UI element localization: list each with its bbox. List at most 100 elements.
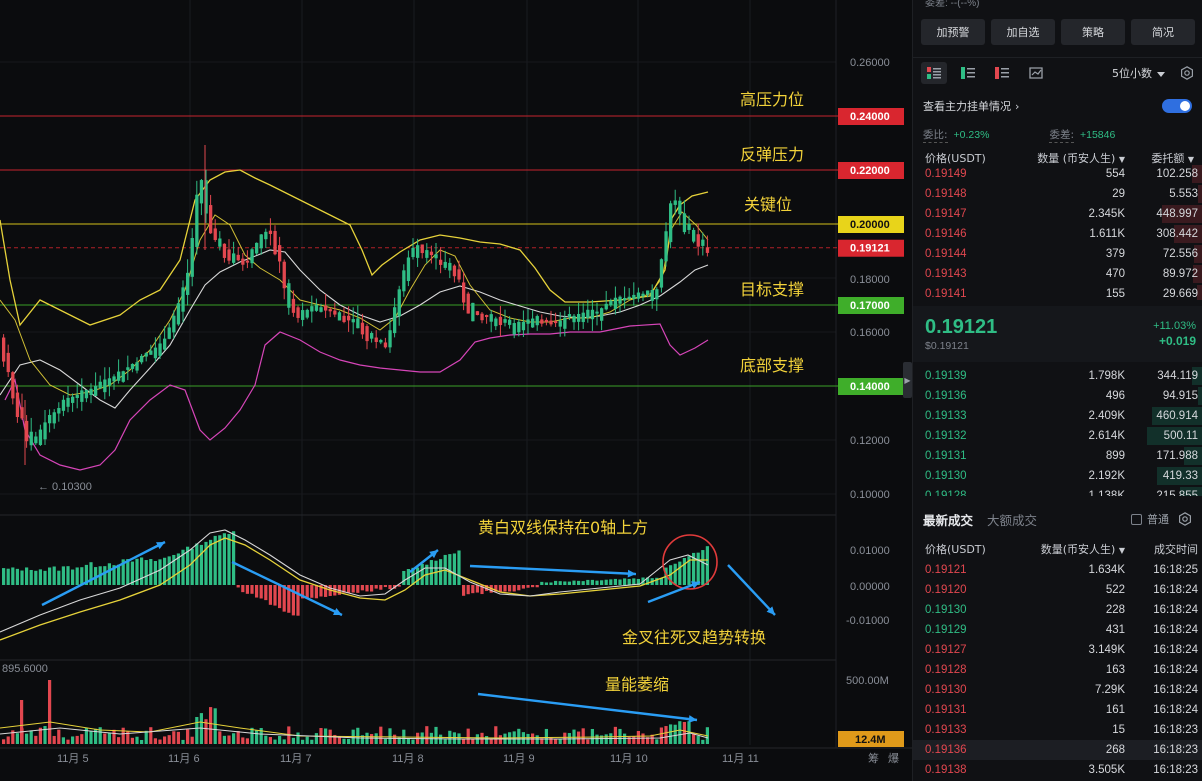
candle: [43, 422, 47, 440]
macd-bar: [577, 580, 581, 585]
tab-large-trades[interactable]: 大额成交: [987, 510, 1037, 529]
macd-bar: [34, 570, 38, 585]
trade-quantity: 7.29K: [1094, 684, 1125, 696]
candle: [383, 342, 388, 348]
candle: [347, 315, 351, 321]
ask-row[interactable]: 0.19146 1.611K 308.442: [913, 224, 1202, 244]
macd-bar: [264, 585, 268, 601]
volume-bar: [121, 727, 125, 744]
candle: [434, 254, 438, 259]
candle: [107, 378, 112, 386]
normal-checkbox[interactable]: [1131, 513, 1142, 525]
macd-bar: [209, 539, 213, 585]
volume-bar: [218, 731, 222, 744]
add-alert-button[interactable]: 加预警: [921, 19, 985, 45]
candle: [388, 330, 392, 348]
price: 0.19133: [925, 410, 967, 422]
liquidation-icon[interactable]: 爆: [888, 751, 899, 765]
trade-row: 0.19133 15 16:18:23: [913, 720, 1202, 740]
candle: [360, 322, 365, 335]
bid-row[interactable]: 0.19139 1.798K 344.119: [913, 366, 1202, 386]
volume-bar: [310, 739, 314, 744]
annotation-rebound-resistance: 反弹压力: [740, 145, 804, 164]
volume-bar: [291, 737, 295, 744]
main-force-toggle[interactable]: [1162, 99, 1192, 113]
ask-row[interactable]: 0.19143 470 89.972: [913, 264, 1202, 284]
add-watchlist-button[interactable]: 加自选: [991, 19, 1055, 45]
strategy-button[interactable]: 策略: [1061, 19, 1125, 45]
volume-bar: [167, 735, 171, 744]
annotation-volume-note: 量能萎缩: [605, 675, 669, 694]
candle: [512, 323, 516, 335]
volume-bar: [590, 728, 594, 744]
volume-bar: [383, 738, 387, 744]
bid-row[interactable]: 0.19133 2.409K 460.914: [913, 406, 1202, 426]
ask-row[interactable]: 0.19141 155 29.669: [913, 284, 1202, 300]
macd-bar: [567, 581, 571, 585]
price-tag-label: 0.20000: [850, 219, 890, 231]
bid-row[interactable]: 0.19132 2.614K 500.11: [913, 426, 1202, 446]
macd-bar: [604, 579, 608, 585]
candle: [420, 244, 424, 254]
ask-row[interactable]: 0.19144 379 72.556: [913, 244, 1202, 264]
volume-bar: [305, 736, 309, 744]
amount: 102.258: [1156, 168, 1198, 180]
volume-bar: [425, 726, 429, 744]
macd-bar: [563, 581, 567, 585]
bid-row[interactable]: 0.19136 496 94.915: [913, 386, 1202, 406]
bid-row[interactable]: 0.19131 899 171.988: [913, 446, 1202, 466]
candle: [287, 283, 291, 308]
candle: [462, 282, 466, 303]
normal-checkbox-wrap[interactable]: 普通: [1131, 511, 1192, 527]
macd-bar: [416, 567, 420, 585]
macd-bar: [618, 579, 622, 585]
candle: [650, 290, 654, 301]
macd-bar: [701, 550, 705, 585]
lower-band-line: [4, 323, 709, 471]
candle: [176, 303, 181, 325]
bid-row[interactable]: 0.19130 2.192K 419.33: [913, 466, 1202, 486]
bids-view-icon[interactable]: [955, 62, 981, 84]
gear-icon[interactable]: [1180, 66, 1194, 80]
kline-chart[interactable]: 0.24000 0.22000 0.20000 0.19121 0.17000 0.140…: [0, 0, 912, 781]
trade-time: 16:18:23: [1153, 744, 1198, 756]
candle: [641, 293, 645, 297]
main-force-orders-row[interactable]: 查看主力挂单情况 ›: [913, 94, 1202, 118]
candle: [135, 362, 139, 371]
candle: [181, 287, 185, 312]
volume-tick: 500.00M: [846, 675, 889, 687]
macd-bar: [471, 585, 475, 594]
bid-row[interactable]: 0.19128 1.138K 215.855: [913, 486, 1202, 496]
chip-icon[interactable]: 筹: [868, 751, 879, 765]
both-sides-view-icon[interactable]: [921, 62, 947, 84]
trade-quantity: 3.149K: [1088, 644, 1125, 656]
macd-bar: [439, 559, 443, 585]
macd-bar: [595, 580, 599, 585]
overview-button[interactable]: 简况: [1131, 19, 1195, 45]
collapse-panel-handle[interactable]: ▶: [903, 362, 912, 398]
volume-bar: [186, 729, 190, 744]
macd-bar: [457, 550, 461, 585]
volume-bar: [268, 737, 272, 744]
decimal-select[interactable]: 5位小数: [1112, 65, 1194, 81]
depth-view-icon[interactable]: [1023, 62, 1049, 84]
ask-row[interactable]: 0.19148 29 5.553: [913, 184, 1202, 204]
candle: [485, 315, 489, 318]
trade-quantity: 163: [1105, 664, 1125, 676]
volume-bar: [195, 717, 199, 744]
macd-bar: [259, 585, 263, 599]
col-quantity[interactable]: 数量(币安人生) ▼: [1015, 541, 1125, 557]
volume-bar: [411, 739, 415, 744]
gear-icon[interactable]: [1178, 512, 1192, 526]
volume-bar: [264, 735, 268, 744]
macd-bar: [544, 582, 548, 585]
tab-latest-trades[interactable]: 最新成交: [923, 510, 973, 529]
quantity: 899: [1105, 450, 1125, 462]
volume-bar: [498, 735, 502, 744]
kline-chart-area[interactable]: 0.24000 0.22000 0.20000 0.19121 0.17000 0.140…: [0, 0, 912, 781]
ask-row[interactable]: 0.19149 554 102.258: [913, 164, 1202, 184]
macd-bar: [554, 580, 558, 585]
asks-view-icon[interactable]: [989, 62, 1015, 84]
candle: [75, 394, 79, 398]
ask-row[interactable]: 0.19147 2.345K 448.997: [913, 204, 1202, 224]
